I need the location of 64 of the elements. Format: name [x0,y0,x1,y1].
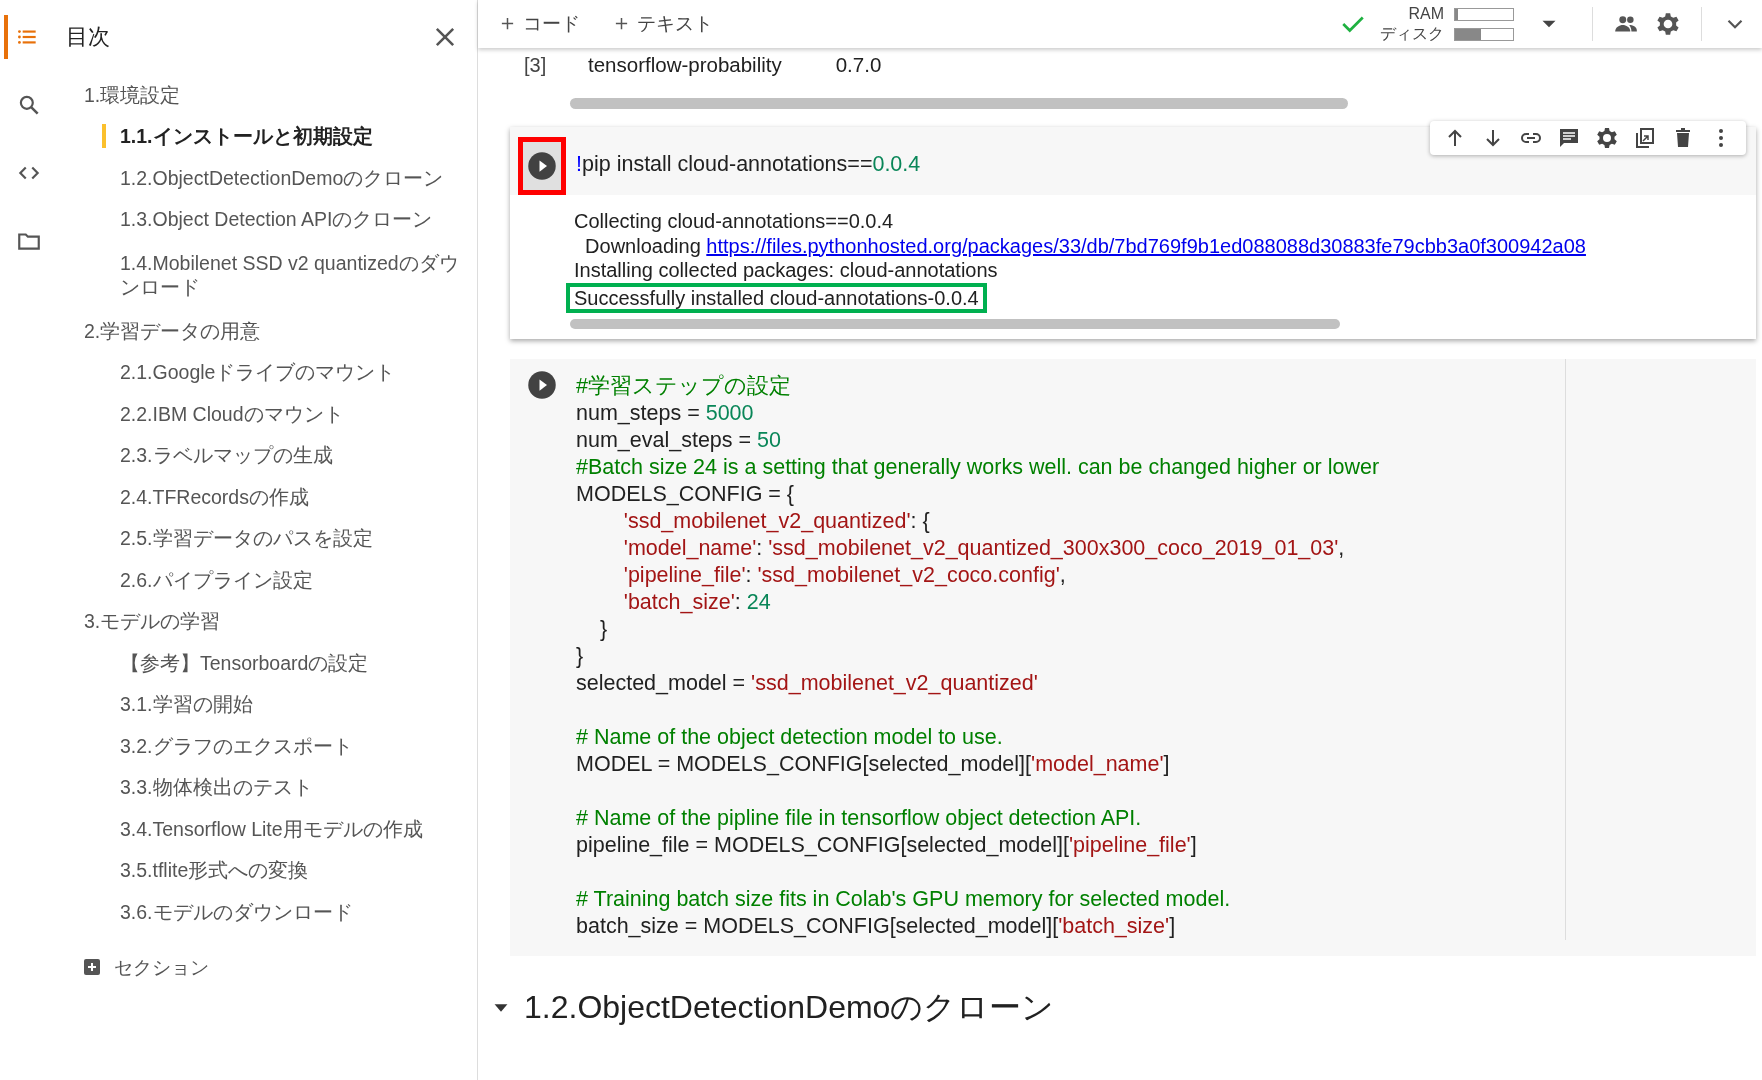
execution-count: [3] [523,53,548,78]
code-line: !pip install cloud-annotations==0.0.4 [576,152,921,176]
code-line: MODEL = MODELS_CONFIG[selected_model]['model_name'] [576,752,1170,776]
code-line: } [576,644,584,668]
meter-label: RAM [1408,5,1444,23]
toc-item[interactable]: 1.3.Object Detection APIのクローン [120,207,433,232]
code-line: 'pipeline_file': 'ssd_mobilenet_v2_coco.config', [622,563,1066,587]
add-cell-button[interactable]: テキスト [614,11,725,37]
toc-item[interactable]: 2.学習データの用意 [84,318,261,343]
run-button[interactable] [527,370,557,400]
toc-item[interactable]: 2.5.学習データのパスを設定 [120,526,373,551]
toc-item[interactable]: 3.モデルの学習 [84,609,221,634]
toc-item[interactable]: 2.1.Googleドライブのマウント [120,360,396,385]
toc-item[interactable]: 2.6.パイプライン設定 [120,567,313,592]
code-line: # Name of the object detection model to use. [576,725,1003,749]
toc-item[interactable]: 1.2.ObjectDetectionDemoのクローン [120,165,444,190]
toc-item[interactable]: 2.4.TFRecordsの作成 [120,484,309,509]
output-text: Downloading [584,234,702,257]
output-text: Collecting cloud-annotations==0.0.4 [574,210,894,232]
code-line: selected_model = 'ssd_mobilenet_v2_quantized' [576,671,1038,695]
add-cell-button[interactable]: コード [500,11,592,37]
toc-item[interactable]: 3.2.グラフのエクスポート [120,733,353,758]
meter-label: ディスク [1380,25,1444,43]
code-line: batch_size = MODELS_CONFIG[selected_model]['batch_size'] [576,914,1176,938]
toc-item[interactable]: 3.5.tflite形式への変換 [120,858,309,883]
toc-item[interactable]: 3.6.モデルのダウンロード [120,899,353,924]
scrollbar[interactable] [570,319,1340,329]
toc-item[interactable]: 2.2.IBM Cloudのマウント [120,401,344,426]
toc-item[interactable]: 1.1.インストールと初期設定 [102,124,373,149]
run-button[interactable] [527,151,557,181]
toc-item[interactable]: 1.4.Mobilenet SSD v2 quantizedのダウンロード [120,251,465,299]
output-text: Successfully installed cloud-annotations-0.0.4 [566,282,987,313]
plus-icon [614,16,629,31]
code-line: 'model_name': 'ssd_mobilenet_v2_quantized_300x300_coco_2019_01_03', [622,536,1345,560]
output-text: 0.7.0 [835,52,882,78]
toc-item[interactable]: 3.4.Tensorflow Lite用モデルの作成 [120,816,423,841]
toc-item[interactable]: 2.3.ラベルマップの生成 [120,443,333,468]
code-line: num_steps = 5000 [576,401,754,425]
panel-title: 目次 [66,23,110,51]
code-line: 'batch_size': 24 [622,590,771,614]
section-heading: 1.2.ObjectDetectionDemoのクローン [524,988,1055,1027]
code-line: MODELS_CONFIG = { [576,482,795,506]
toc-item[interactable]: 3.3.物体検出のテスト [120,775,313,800]
add-icon [84,959,100,975]
download-link[interactable]: https://files.pythonhosted.org/packages/33/db/7bd769f9b1ed088088d30883fe79cbb3a0f300942a08 [706,234,1586,257]
code-line: # Name of the pipline file in tensorflow object detection API. [576,806,1142,830]
plus-icon [500,16,515,31]
disk-meter [1454,27,1514,41]
code-line: } [598,617,608,641]
settings-icon[interactable] [1655,11,1681,37]
output-text: Installing collected packages: cloud-annotations [574,259,998,281]
code-line: pipeline_file = MODELS_CONFIG[selected_model]['pipeline_file'] [576,833,1197,857]
code-line: # Training batch size fits in Colab's GPU memory for selected model. [576,887,1231,911]
toc-item[interactable]: 3.1.学習の開始 [120,692,253,717]
output-text: tensorflow-probability [588,52,782,78]
toc-item[interactable]: 【参考】Tensorboardの設定 [120,650,369,675]
code-line: #Batch size 24 is a setting that generally works well. can be changed higher or lower [576,455,1380,479]
code-line: num_eval_steps = 50 [576,428,781,452]
code-line: #学習ステップの設定 [576,374,791,398]
ram-meter [1454,7,1514,21]
scrollbar[interactable] [570,98,1348,109]
code-line: 'ssd_mobilenet_v2_quantized': { [622,509,930,533]
add-section-link[interactable]: セクション [114,954,209,980]
toc-item[interactable]: 1.環境設定 [84,82,181,107]
